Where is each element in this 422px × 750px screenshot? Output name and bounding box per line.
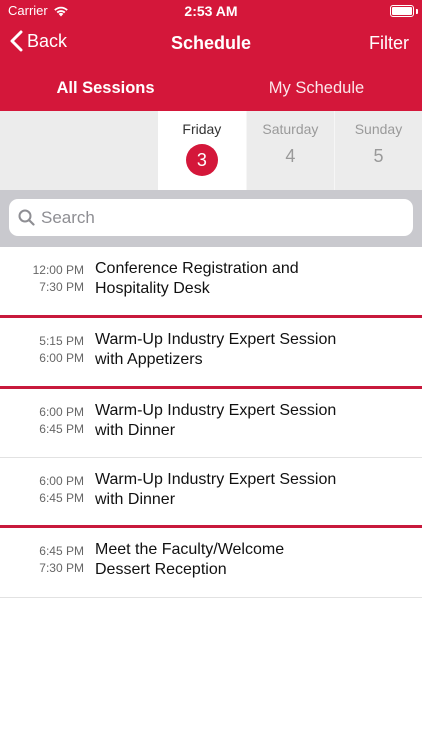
session-list: 12:00 PM 7:30 PM Conference Registration…: [0, 247, 422, 598]
session-end-time: 7:30 PM: [39, 280, 84, 294]
session-start-time: 6:00 PM: [39, 405, 84, 419]
session-start-time: 6:45 PM: [39, 544, 84, 558]
search-input[interactable]: [41, 207, 401, 228]
tab-all-sessions[interactable]: All Sessions: [0, 66, 211, 111]
day-picker: Friday 3 Saturday 4 Sunday 5: [0, 111, 422, 190]
session-end-time: 6:45 PM: [39, 491, 84, 505]
session-start-time: 5:15 PM: [39, 334, 84, 348]
session-end-time: 6:00 PM: [39, 351, 84, 365]
session-row[interactable]: 6:45 PM 7:30 PM Meet the Faculty/Welcome…: [0, 528, 422, 597]
session-row[interactable]: 5:15 PM 6:00 PM Warm-Up Industry Expert …: [0, 318, 422, 386]
search-field[interactable]: [9, 199, 413, 236]
chevron-left-icon: [10, 30, 23, 52]
session-title-line: Dessert Reception: [95, 561, 227, 578]
day-picker-spacer: [0, 111, 158, 190]
session-row[interactable]: 6:00 PM 6:45 PM Warm-Up Industry Expert …: [0, 458, 422, 525]
session-title: Meet the Faculty/Welcome Dessert Recepti…: [84, 528, 404, 597]
day-number-selected: 3: [185, 144, 218, 176]
battery-icon: [390, 5, 414, 17]
session-title-line: with Dinner: [95, 491, 176, 508]
day-sunday[interactable]: Sunday 5: [333, 111, 422, 190]
session-start-time: 12:00 PM: [32, 263, 84, 277]
day-number: 4: [285, 146, 296, 166]
segmented-control: All Sessions My Schedule: [0, 66, 422, 111]
session-end-time: 6:45 PM: [39, 422, 84, 436]
status-bar: Carrier 2:53 AM: [0, 0, 422, 22]
header: Carrier 2:53 AM Back Schedule Filter All…: [0, 0, 422, 111]
day-friday[interactable]: Friday 3: [157, 111, 246, 190]
session-times: 6:00 PM 6:45 PM: [0, 389, 84, 457]
row-separator: [0, 597, 422, 598]
session-title-line: with Dinner: [95, 422, 176, 439]
session-title-line: with Appetizers: [95, 351, 203, 368]
filter-button[interactable]: Filter: [369, 33, 409, 54]
battery-tip: [416, 9, 418, 14]
session-title-line: Conference Registration and: [95, 260, 299, 277]
session-title-line: Warm-Up Industry Expert Session: [95, 331, 337, 348]
day-number: 5: [373, 146, 384, 166]
session-row[interactable]: 12:00 PM 7:30 PM Conference Registration…: [0, 247, 422, 315]
session-title: Warm-Up Industry Expert Session with Din…: [84, 458, 404, 525]
session-start-time: 6:00 PM: [39, 474, 84, 488]
session-title: Warm-Up Industry Expert Session with Din…: [84, 389, 404, 457]
status-time: 2:53 AM: [184, 3, 238, 19]
search-bar-container: [0, 190, 422, 247]
session-title-line: Warm-Up Industry Expert Session: [95, 402, 337, 419]
session-title-line: Hospitality Desk: [95, 280, 210, 297]
session-title: Conference Registration and Hospitality …: [84, 247, 404, 315]
back-label: Back: [27, 30, 68, 51]
session-times: 6:45 PM 7:30 PM: [0, 528, 84, 597]
session-title: Warm-Up Industry Expert Session with App…: [84, 318, 404, 386]
back-button[interactable]: Back: [10, 30, 67, 52]
session-end-time: 7:30 PM: [39, 561, 84, 575]
session-times: 12:00 PM 7:30 PM: [0, 247, 84, 315]
day-name: Saturday: [262, 121, 319, 137]
day-saturday[interactable]: Saturday 4: [245, 111, 334, 190]
session-row[interactable]: 6:00 PM 6:45 PM Warm-Up Industry Expert …: [0, 389, 422, 457]
session-times: 6:00 PM 6:45 PM: [0, 458, 84, 525]
navigation-bar: Back Schedule Filter: [0, 22, 422, 66]
session-times: 5:15 PM 6:00 PM: [0, 318, 84, 386]
session-title-line: Meet the Faculty/Welcome: [95, 541, 285, 558]
search-icon: [18, 209, 35, 226]
day-name: Sunday: [354, 121, 403, 137]
day-name: Friday: [182, 121, 222, 137]
tab-my-schedule[interactable]: My Schedule: [211, 66, 422, 111]
session-title-line: Warm-Up Industry Expert Session: [95, 471, 337, 488]
